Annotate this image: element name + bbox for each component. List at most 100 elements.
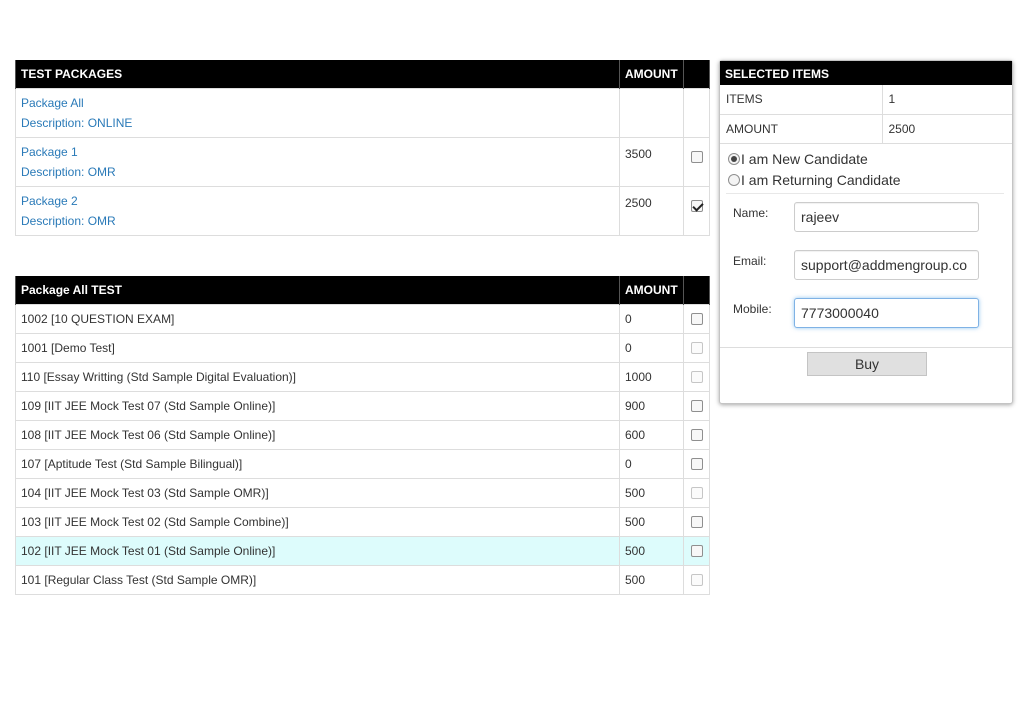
test-amount: 600 xyxy=(619,419,684,450)
test-checkbox-cell xyxy=(683,535,710,566)
test-checkbox xyxy=(690,574,703,587)
package-link[interactable]: Package 2 xyxy=(21,191,614,211)
test-amount: 500 xyxy=(619,535,684,566)
test-checkbox xyxy=(690,342,703,355)
package-checkbox-cell xyxy=(683,185,710,236)
test-amount: 0 xyxy=(619,332,684,363)
test-select-header xyxy=(683,276,710,304)
test-checkbox-cell xyxy=(683,564,710,595)
test-name: 110 [Essay Writting (Std Sample Digital … xyxy=(15,361,620,392)
table-row: 110 [Essay Writting (Std Sample Digital … xyxy=(15,361,710,392)
test-amount: 500 xyxy=(619,564,684,595)
package-amount: 3500 xyxy=(619,136,684,187)
new-candidate-radio[interactable] xyxy=(728,153,740,166)
test-name: 101 [Regular Class Test (Std Sample OMR)… xyxy=(15,564,620,595)
returning-candidate-radio[interactable] xyxy=(728,174,740,187)
test-packages-table: TEST PACKAGES AMOUNT Package All Descrip… xyxy=(15,60,710,236)
table-row: 104 [IIT JEE Mock Test 03 (Std Sample OM… xyxy=(15,477,710,508)
test-name: 104 [IIT JEE Mock Test 03 (Std Sample OM… xyxy=(15,477,620,508)
test-amount: 900 xyxy=(619,390,684,421)
table-row-highlighted: 102 [IIT JEE Mock Test 01 (Std Sample On… xyxy=(15,535,710,566)
test-checkbox[interactable] xyxy=(690,400,703,413)
package-tests-header: Package All TEST xyxy=(15,276,620,304)
test-checkbox[interactable] xyxy=(690,516,703,529)
package-link[interactable]: Package All xyxy=(21,93,614,113)
test-checkbox-cell xyxy=(683,390,710,421)
table-row: 101 [Regular Class Test (Std Sample OMR)… xyxy=(15,564,710,595)
package-select-header xyxy=(683,60,710,88)
test-name: 109 [IIT JEE Mock Test 07 (Std Sample On… xyxy=(15,390,620,421)
test-checkbox xyxy=(690,487,703,500)
package-row: Package All Description: ONLINE xyxy=(15,87,710,138)
new-candidate-label: I am New Candidate xyxy=(741,151,868,167)
test-checkbox[interactable] xyxy=(690,429,703,442)
selected-items-panel: SELECTED ITEMS ITEMS 1 AMOUNT 2500 I am … xyxy=(719,60,1013,404)
radio-divider xyxy=(726,193,1004,194)
test-checkbox-cell xyxy=(683,361,710,392)
test-name: 103 [IIT JEE Mock Test 02 (Std Sample Co… xyxy=(15,506,620,537)
mobile-field[interactable] xyxy=(794,298,979,328)
name-field[interactable] xyxy=(794,202,979,232)
returning-candidate-label: I am Returning Candidate xyxy=(741,172,901,188)
test-name: 1002 [10 QUESTION EXAM] xyxy=(15,303,620,334)
table-row: 1002 [10 QUESTION EXAM] 0 xyxy=(15,303,710,334)
table-row: 1001 [Demo Test] 0 xyxy=(15,332,710,363)
test-checkbox-cell xyxy=(683,419,710,450)
test-checkbox-cell xyxy=(683,332,710,363)
items-count: 1 xyxy=(882,85,1012,115)
test-checkbox-cell xyxy=(683,506,710,537)
package-amount-header: AMOUNT xyxy=(619,60,684,88)
amount-total: 2500 xyxy=(882,114,1012,144)
table-row: 109 [IIT JEE Mock Test 07 (Std Sample On… xyxy=(15,390,710,421)
test-packages-header: TEST PACKAGES xyxy=(15,60,620,88)
new-candidate-option[interactable]: I am New Candidate xyxy=(728,149,868,169)
buy-button[interactable]: Buy xyxy=(807,352,927,376)
summary-amount-row: AMOUNT 2500 xyxy=(720,114,1012,144)
test-checkbox[interactable] xyxy=(690,545,703,558)
package-checkbox-cell xyxy=(683,87,710,138)
amount-label: AMOUNT xyxy=(720,114,883,144)
test-checkbox[interactable] xyxy=(690,458,703,471)
package-link[interactable]: Package 1 xyxy=(21,142,614,162)
test-amount: 1000 xyxy=(619,361,684,392)
name-label: Name: xyxy=(733,206,769,220)
items-label: ITEMS xyxy=(720,85,883,115)
summary-items-row: ITEMS 1 xyxy=(720,85,1012,115)
test-checkbox-cell xyxy=(683,448,710,479)
package-name-cell: Package 1 Description: OMR xyxy=(15,136,620,187)
test-checkbox-cell xyxy=(683,303,710,334)
package-amount xyxy=(619,87,684,138)
package-tests-header-row: Package All TEST AMOUNT xyxy=(15,276,710,304)
package-name-cell: Package 2 Description: OMR xyxy=(15,185,620,236)
package-row: Package 1 Description: OMR 3500 xyxy=(15,136,710,187)
test-amount-header: AMOUNT xyxy=(619,276,684,304)
test-amount: 0 xyxy=(619,303,684,334)
test-checkbox[interactable] xyxy=(690,313,703,326)
package-description[interactable]: Description: ONLINE xyxy=(21,113,614,133)
selected-summary-table: ITEMS 1 AMOUNT 2500 xyxy=(720,85,1012,144)
package-checkbox-cell xyxy=(683,136,710,187)
test-checkbox-cell xyxy=(683,477,710,508)
table-row: 103 [IIT JEE Mock Test 02 (Std Sample Co… xyxy=(15,506,710,537)
table-row: 108 [IIT JEE Mock Test 06 (Std Sample On… xyxy=(15,419,710,450)
test-name: 102 [IIT JEE Mock Test 01 (Std Sample On… xyxy=(15,535,620,566)
test-name: 107 [Aptitude Test (Std Sample Bilingual… xyxy=(15,448,620,479)
package-name-cell: Package All Description: ONLINE xyxy=(15,87,620,138)
test-amount: 500 xyxy=(619,506,684,537)
package-1-checkbox[interactable] xyxy=(690,151,703,164)
package-amount: 2500 xyxy=(619,185,684,236)
package-description[interactable]: Description: OMR xyxy=(21,162,614,182)
returning-candidate-option[interactable]: I am Returning Candidate xyxy=(728,170,901,190)
package-description[interactable]: Description: OMR xyxy=(21,211,614,231)
test-amount: 500 xyxy=(619,477,684,508)
email-label: Email: xyxy=(733,254,767,268)
package-tests-table: Package All TEST AMOUNT 1002 [10 QUESTIO… xyxy=(15,276,710,595)
selected-items-title: SELECTED ITEMS xyxy=(720,61,1012,85)
package-2-checkbox[interactable] xyxy=(690,200,703,213)
package-row: Package 2 Description: OMR 2500 xyxy=(15,185,710,236)
test-name: 1001 [Demo Test] xyxy=(15,332,620,363)
test-amount: 0 xyxy=(619,448,684,479)
table-row: 107 [Aptitude Test (Std Sample Bilingual… xyxy=(15,448,710,479)
email-field[interactable] xyxy=(794,250,979,280)
test-name: 108 [IIT JEE Mock Test 06 (Std Sample On… xyxy=(15,419,620,450)
